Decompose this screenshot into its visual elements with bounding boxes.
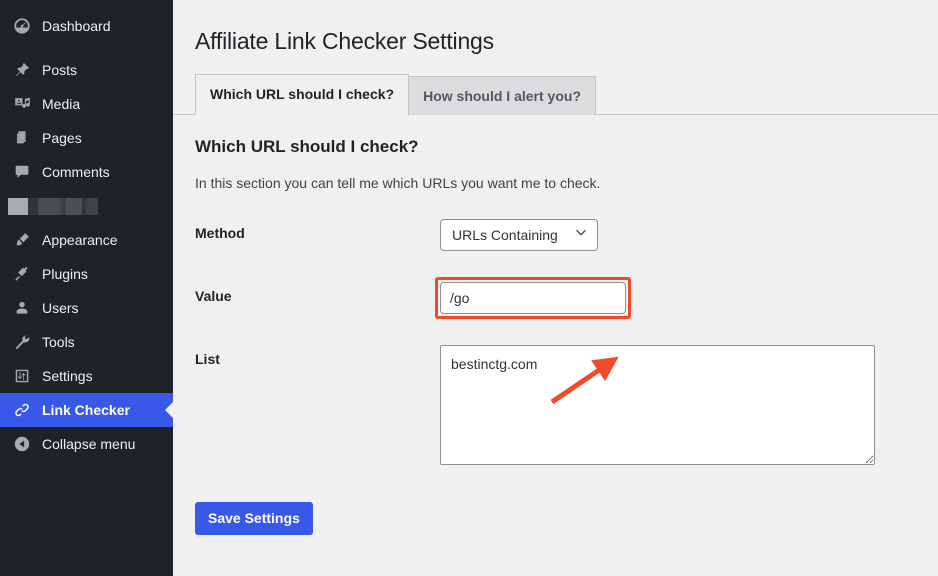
value-field (435, 276, 631, 319)
section-description: In this section you can tell me which UR… (195, 174, 601, 191)
tab-how-alert[interactable]: How should I alert you? (408, 75, 596, 115)
form-row-list: List (195, 344, 938, 465)
sidebar-item-posts[interactable]: Posts (0, 53, 173, 87)
settings-form: Method URLs Containing Value /go List be… (195, 218, 938, 535)
admin-sidebar: Dashboard Posts Media Pages Comments App… (0, 0, 174, 576)
sidebar-item-label: Users (42, 300, 79, 316)
pushpin-icon (11, 59, 33, 81)
sidebar-item-label: Posts (42, 62, 78, 78)
user-icon (11, 297, 33, 319)
sidebar-item-link-checker[interactable]: Link Checker (0, 393, 174, 427)
sidebar-item-label: Plugins (42, 266, 88, 282)
sidebar-item-users[interactable]: Users (0, 291, 173, 325)
plug-icon (11, 263, 33, 285)
value-label: Value (195, 287, 232, 304)
sidebar-item-label: Settings (42, 368, 93, 384)
sidebar-item-appearance[interactable]: Appearance (0, 223, 173, 257)
sidebar-item-pages[interactable]: Pages (0, 121, 173, 155)
admin-screen: Dashboard Posts Media Pages Comments App… (0, 0, 938, 576)
sidebar-item-plugins[interactable]: Plugins (0, 257, 173, 291)
settings-tabs: Which URL should I check? How should I a… (173, 73, 938, 115)
tab-which-url[interactable]: Which URL should I check? (195, 73, 410, 115)
sidebar-item-redacted[interactable] (0, 189, 173, 223)
link-icon (11, 399, 33, 421)
sidebar-item-label: Pages (42, 130, 82, 146)
comment-icon (11, 161, 33, 183)
sidebar-item-label: Link Checker (42, 402, 130, 418)
main-content: Affiliate Link Checker Settings Which UR… (173, 0, 938, 576)
method-label: Method (195, 224, 245, 241)
sidebar-item-label: Media (42, 96, 81, 112)
paintbrush-icon (11, 229, 33, 251)
method-select[interactable]: URLs Containing (440, 218, 598, 251)
list-label: List (195, 350, 220, 367)
list-textarea[interactable] (440, 344, 875, 465)
sidebar-item-tools[interactable]: Tools (0, 325, 173, 359)
sidebar-item-dashboard[interactable]: Dashboard (0, 9, 173, 43)
list-field (440, 344, 875, 465)
form-row-method: Method URLs Containing (195, 218, 938, 251)
sidebar-item-label: Collapse menu (42, 436, 136, 452)
sidebar-divider (0, 43, 173, 53)
page-title: Affiliate Link Checker Settings (195, 28, 494, 54)
wrench-icon (11, 331, 33, 353)
sidebar-item-label: Appearance (42, 232, 118, 248)
sidebar-item-settings[interactable]: Settings (0, 359, 173, 393)
sidebar-item-comments[interactable]: Comments (0, 155, 173, 189)
sidebar-item-label: Comments (42, 164, 110, 180)
save-settings-button[interactable]: Save Settings (195, 501, 313, 535)
value-input[interactable] (440, 281, 626, 314)
sliders-icon (11, 365, 33, 387)
pages-icon (11, 127, 33, 149)
method-field: URLs Containing (440, 218, 598, 251)
sidebar-item-label: Tools (42, 334, 75, 350)
collapse-icon (11, 433, 33, 455)
form-row-value: Value (195, 276, 938, 319)
sidebar-item-collapse-menu[interactable]: Collapse menu (0, 427, 173, 461)
sidebar-item-label: Dashboard (42, 18, 111, 34)
dashboard-icon (11, 15, 33, 37)
redacted-icon (8, 197, 98, 215)
sidebar-item-media[interactable]: Media (0, 87, 173, 121)
section-title: Which URL should I check? (195, 136, 419, 156)
media-icon (11, 93, 33, 115)
